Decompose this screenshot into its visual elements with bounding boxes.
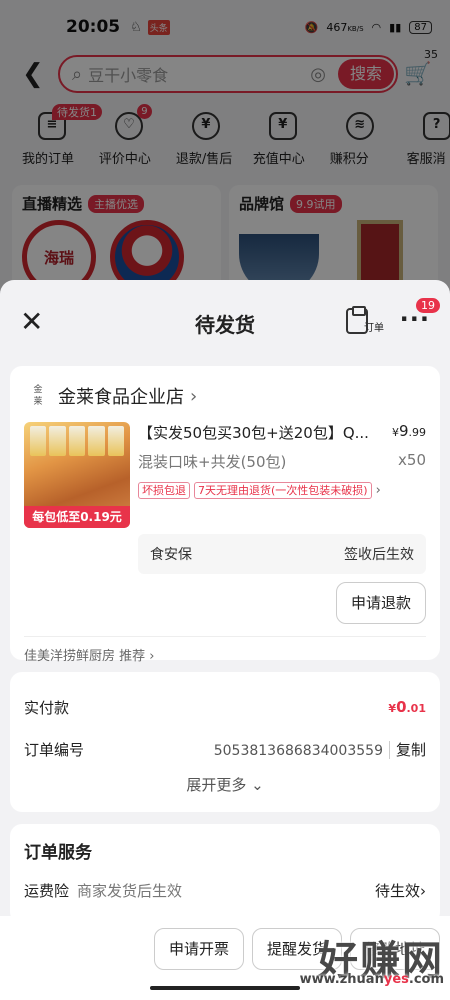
product-image-caption: 每包低至0.19元 <box>24 506 130 528</box>
chevron-right-icon: › <box>190 385 198 407</box>
site-watermark: 好赚网 www.zhuanyes.com <box>300 928 444 987</box>
paid-label: 实付款 <box>24 698 70 717</box>
order-service-title: 订单服务 <box>24 843 92 863</box>
copy-button[interactable]: 复制 <box>388 740 426 759</box>
paid-amount: ¥0.01 <box>388 698 426 716</box>
store-logo-char: 莱 <box>33 397 43 407</box>
request-refund-button[interactable]: 申请退款 <box>335 582 426 624</box>
expand-more-button[interactable]: 展开更多 ⌄ <box>24 774 426 795</box>
order-number-label: 订单编号 <box>24 740 85 759</box>
recommendation-text: 佳美洋捞鲜厨房 推荐 <box>24 649 146 664</box>
service-tag: 7天无理由退货(一次性包装未破损) <box>194 482 372 499</box>
paid-int: 0 <box>396 698 407 716</box>
store-logo-char: 金 <box>33 385 43 395</box>
food-safety-guarantee[interactable]: 食安保 签收后生效 <box>138 534 426 574</box>
paid-amount-row: 实付款 ¥0.01 <box>24 672 426 728</box>
chevron-down-icon: ⌄ <box>251 776 264 794</box>
price-int: 9 <box>398 422 409 440</box>
home-indicator[interactable] <box>150 986 300 990</box>
guarantee-status: 签收后生效 <box>344 547 414 563</box>
product-item[interactable]: 每包低至0.19元 【实发50包买30包+送20包】Q... ¥9.99 混装口… <box>24 422 426 528</box>
guarantee-name: 食安保 <box>150 547 192 563</box>
more-icon[interactable]: ··· <box>400 307 430 331</box>
product-title: 【实发50包买30包+送20包】Q... <box>138 424 369 442</box>
request-invoice-button[interactable]: 申请开票 <box>153 928 244 970</box>
order-service-card: 订单服务 运费险 商家发货后生效 待生效 › <box>10 824 440 924</box>
product-spec: 混装口味+共发(50包) <box>138 453 287 471</box>
shipping-insurance-row[interactable]: 运费险 商家发货后生效 待生效 › <box>24 880 426 901</box>
product-image: 每包低至0.19元 <box>24 422 130 528</box>
expand-more-label: 展开更多 <box>186 776 247 794</box>
more-badge: 19 <box>416 298 440 313</box>
service-status: 待生效 <box>374 882 420 900</box>
watermark-url-prefix: www.zhuan <box>299 972 384 987</box>
product-price: ¥9.99 <box>392 422 426 443</box>
modal-overlay[interactable] <box>0 0 450 300</box>
service-tags[interactable]: 坏损包退 7天无理由退货(一次性包装未破损) › <box>138 482 426 499</box>
clipboard-icon <box>346 306 368 334</box>
product-info: 【实发50包买30包+送20包】Q... ¥9.99 混装口味+共发(50包) … <box>138 422 426 528</box>
product-quantity: x50 <box>398 451 426 469</box>
chevron-right-icon: › <box>149 649 155 664</box>
chevron-right-icon: › <box>375 483 381 498</box>
store-logo: 金莱 <box>24 384 52 408</box>
watermark-url-suffix: .com <box>408 972 444 987</box>
service-tag: 坏损包退 <box>138 482 190 499</box>
store-row[interactable]: 金莱 金莱食品企业店 › <box>24 380 426 412</box>
watermark-url: www.zhuanyes.com <box>300 972 444 987</box>
order-number: 5053813686834003559 <box>213 742 383 759</box>
order-detail-sheet: ✕ 待发货 订单 ··· 19 金莱 金莱食品企业店 › 每包低至0.19元 【… <box>0 280 450 1000</box>
service-desc: 商家发货后生效 <box>77 882 183 900</box>
recommendation-link[interactable]: 佳美洋捞鲜厨房 推荐 › <box>24 636 426 664</box>
order-number-row: 订单编号 5053813686834003559 复制 <box>24 728 426 770</box>
store-name: 金莱食品企业店 <box>58 387 184 408</box>
payment-card: 实付款 ¥0.01 订单编号 5053813686834003559 复制 展开更… <box>10 672 440 812</box>
price-symbol: ¥ <box>391 426 399 439</box>
store-card: 金莱 金莱食品企业店 › 每包低至0.19元 【实发50包买30包+送20包】Q… <box>10 366 440 664</box>
snack-packs-graphic <box>30 426 125 456</box>
chevron-right-icon: › <box>420 881 426 900</box>
order-list-icon[interactable]: 订单 <box>346 306 384 334</box>
service-name: 运费险 <box>24 882 70 900</box>
paid-dec: .01 <box>406 702 427 715</box>
paid-symbol: ¥ <box>388 702 397 715</box>
sheet-header: ✕ 待发货 订单 ··· 19 <box>0 280 450 366</box>
price-dec: .99 <box>408 426 427 439</box>
bottom-action-bar: 申请开票 提醒发货 修改地址 好赚网 www.zhuanyes.com <box>0 916 450 1000</box>
close-icon[interactable]: ✕ <box>20 308 43 336</box>
watermark-url-highlight: yes <box>383 972 409 987</box>
